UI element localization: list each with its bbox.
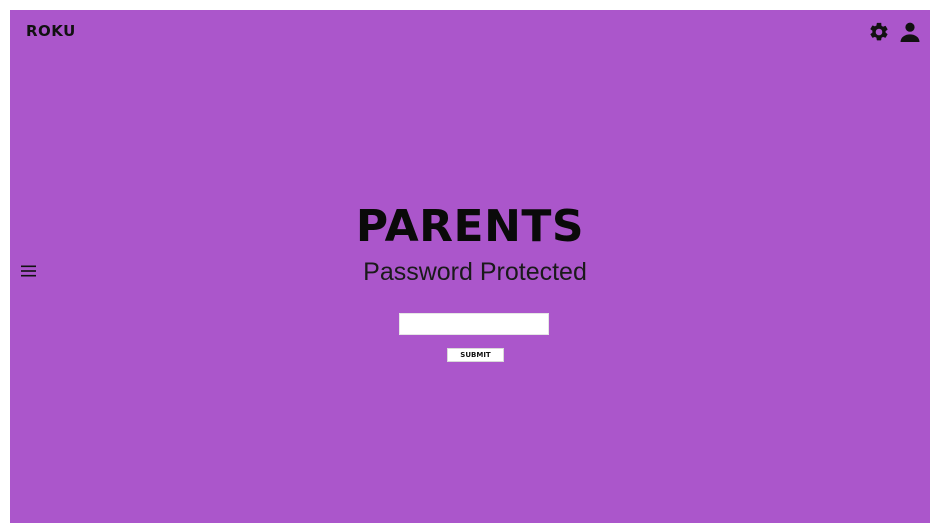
app-screen: ROKU PARENTS Password Protected SUBMIT (10, 10, 930, 523)
top-right-icons (868, 20, 922, 44)
page-subtitle: Password Protected (363, 258, 587, 286)
submit-button[interactable]: SUBMIT (447, 348, 504, 362)
user-icon[interactable] (898, 20, 922, 44)
gear-icon[interactable] (868, 21, 890, 43)
password-input[interactable] (399, 313, 549, 335)
page-title: PARENTS (355, 201, 585, 252)
roku-logo: ROKU (26, 22, 76, 40)
